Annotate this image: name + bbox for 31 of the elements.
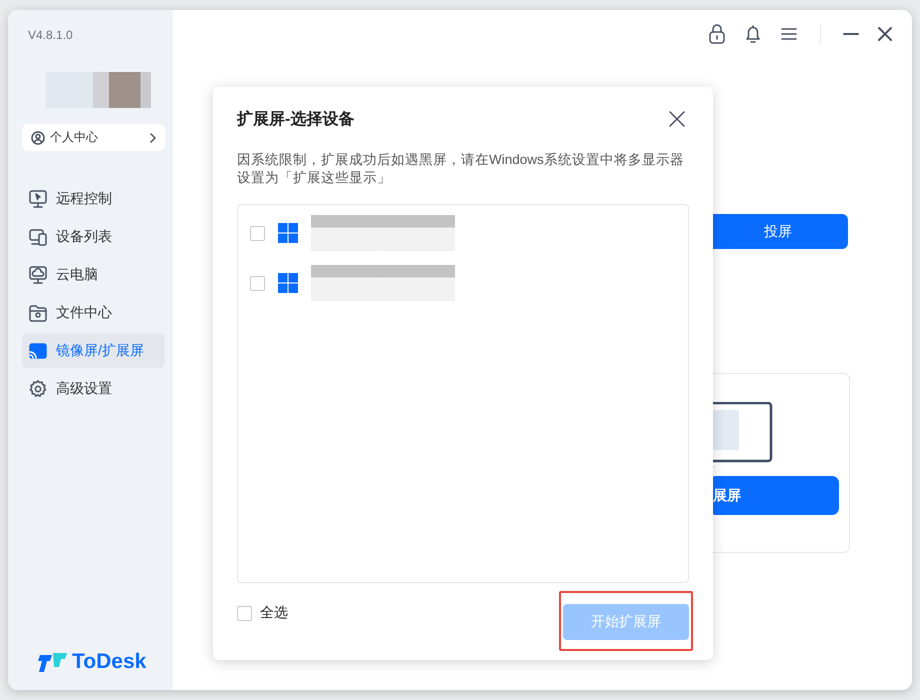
sidebar-item[interactable]: 远程控制	[22, 181, 165, 216]
sidebar-item[interactable]: 文件中心	[22, 295, 165, 330]
dialog-title: 扩展屏-选择设备	[237, 109, 354, 130]
folder-icon	[28, 302, 48, 322]
select-all-label: 全选	[260, 604, 288, 622]
cloud-monitor-icon	[28, 264, 48, 284]
cast-screen-icon	[28, 340, 48, 360]
monitor-icon	[28, 188, 48, 208]
checkbox[interactable]	[250, 226, 265, 240]
sidebar-item[interactable]: 云电脑	[22, 257, 165, 292]
sidebar-item[interactable]: 镜像屏/扩展屏	[22, 333, 165, 368]
checkbox[interactable]	[237, 606, 252, 620]
close-icon[interactable]	[669, 111, 685, 127]
windows-icon	[278, 223, 298, 243]
logo-icon	[38, 651, 68, 673]
bell-icon[interactable]	[744, 24, 762, 44]
windows-icon	[278, 273, 298, 293]
brand-name: ToDesk	[72, 650, 146, 674]
lock-icon[interactable]	[708, 24, 726, 44]
checkbox[interactable]	[250, 276, 265, 290]
sidebar-item[interactable]: 设备列表	[22, 219, 165, 254]
user-icon	[31, 130, 45, 144]
sidebar-item[interactable]: 高级设置	[22, 371, 165, 406]
version-label: V4.8.1.0	[28, 28, 74, 42]
close-icon[interactable]	[877, 26, 893, 42]
notice-text: 因系统限制，扩展成功后如遇黑屏，请在Windows系统设置中将多显示器设置为「扩展这些显示」	[237, 151, 685, 187]
devices-icon	[28, 226, 48, 246]
settings-icon	[28, 378, 48, 398]
chevron-right-icon	[150, 132, 156, 142]
menu-icon[interactable]	[780, 26, 798, 42]
profile-button[interactable]: 个人中心	[22, 124, 165, 151]
